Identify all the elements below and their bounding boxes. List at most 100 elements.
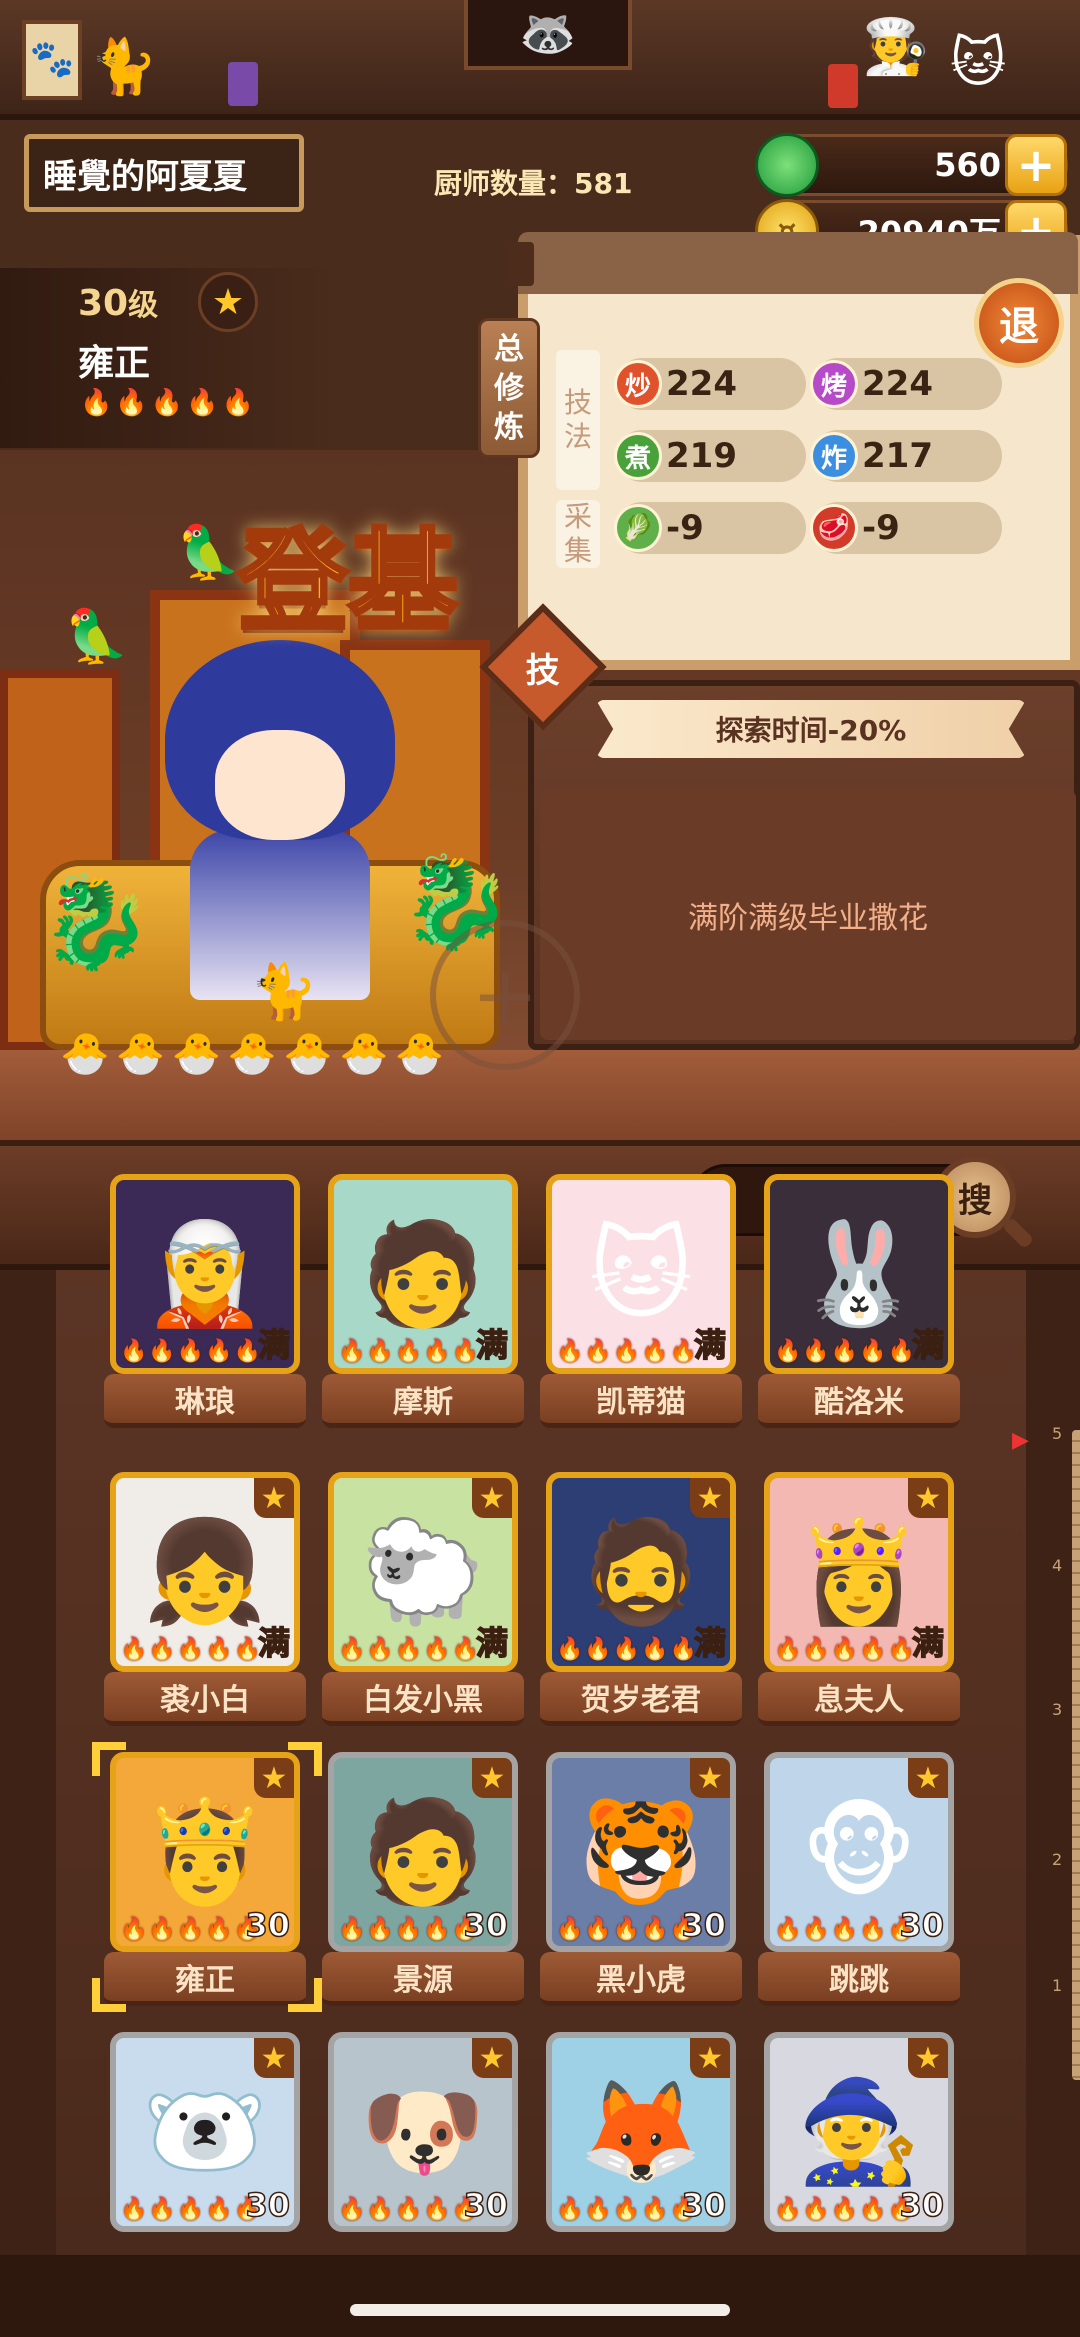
- chef-level-tag: 30: [463, 1905, 509, 1945]
- level-value: 30: [78, 283, 129, 324]
- scale-number: 5: [1052, 1424, 1063, 1443]
- total-train-char-1: 总: [494, 331, 524, 367]
- scale-number: 4: [1052, 1556, 1063, 1575]
- flame-rating: 🔥🔥🔥🔥🔥: [774, 1637, 916, 1662]
- exit-button[interactable]: 退: [974, 278, 1064, 368]
- chef-portrait: 🤴 ★ 🔥🔥🔥🔥🔥 30: [110, 1752, 300, 1952]
- total-training-tab[interactable]: 总 修 炼: [478, 318, 540, 458]
- chef-level-tag: 满: [911, 1325, 945, 1365]
- chef-level-tag: 满: [475, 1325, 509, 1365]
- chef-name: 息夫人: [758, 1672, 960, 1726]
- star-icon: ★: [690, 1758, 730, 1798]
- home-indicator[interactable]: [350, 2304, 730, 2316]
- character-level: 30级: [78, 280, 158, 324]
- roast-badge: 烤: [810, 360, 858, 408]
- chef-level-tag: 30: [899, 1905, 945, 1945]
- selection-corner: [288, 1978, 322, 2012]
- flame-rating: 🔥🔥🔥🔥🔥: [774, 1339, 916, 1364]
- chef-portrait: 🐶 ★ 🔥🔥🔥🔥🔥 30: [328, 2032, 518, 2232]
- cat-figure-icon: 🐱: [950, 31, 1007, 94]
- player-name[interactable]: 睡覺的阿夏夏: [24, 134, 304, 212]
- chef-name: 贺岁老君: [540, 1672, 742, 1726]
- stat-boil: 煮 219: [614, 430, 806, 482]
- chef-portrait: 🦊 ★ 🔥🔥🔥🔥🔥 30: [546, 2032, 736, 2232]
- meat-icon: 🥩: [810, 504, 858, 552]
- meat-value: -9: [862, 508, 900, 548]
- chef-name: 黑小虎: [540, 1952, 742, 2006]
- chef-card[interactable]: 🧔 ★ 🔥🔥🔥🔥🔥 满贺岁老君: [540, 1472, 742, 1726]
- chef-count-label: 厨师数量：: [434, 167, 575, 200]
- add-jade-button[interactable]: +: [1005, 134, 1067, 196]
- star-icon: ★: [472, 1478, 512, 1518]
- flame-rating: 🔥🔥🔥🔥🔥: [120, 1637, 262, 1662]
- chef-level-tag: 满: [475, 1623, 509, 1663]
- flame-rating: 🔥🔥🔥🔥🔥: [120, 1917, 262, 1942]
- chef-portrait: 🐑 ★ 🔥🔥🔥🔥🔥 满: [328, 1472, 518, 1672]
- gather-section-label: 采 集: [556, 500, 600, 568]
- skill-section-char-1: 技: [563, 386, 592, 420]
- chef-card[interactable]: 🐶 ★ 🔥🔥🔥🔥🔥 30: [322, 2032, 522, 2232]
- chef-figure-icon: 🧑‍🍳: [862, 15, 930, 78]
- scale-number: 3: [1052, 1700, 1063, 1719]
- favorite-star-button[interactable]: ★: [198, 272, 258, 332]
- boil-badge: 煮: [614, 432, 662, 480]
- chef-card[interactable]: 🐯 ★ 🔥🔥🔥🔥🔥 30 黑小虎: [540, 1752, 742, 2006]
- chef-level-tag: 满: [693, 1623, 727, 1663]
- chef-count: 厨师数量：581: [434, 162, 632, 202]
- cat-decoration-icon: 🐈: [90, 35, 158, 98]
- chick-row-icon: 🐣🐣🐣🐣🐣🐣🐣: [60, 1031, 451, 1077]
- chef-card[interactable]: 🐱 🔥🔥🔥🔥🔥 满凯蒂猫: [540, 1174, 742, 1428]
- raccoon-banner-icon[interactable]: 🦝: [464, 0, 632, 70]
- chef-card[interactable]: 👸 ★ 🔥🔥🔥🔥🔥 满息夫人: [758, 1472, 960, 1726]
- scale-marker-icon: ▶: [1012, 1428, 1029, 1453]
- chef-card[interactable]: 🧑 ★ 🔥🔥🔥🔥🔥 30 景源: [322, 1752, 524, 2006]
- star-icon: ★: [254, 2038, 294, 2078]
- character-title: 登基: [236, 515, 460, 648]
- chef-level-tag: 30: [245, 2185, 291, 2225]
- chef-portrait: 🧑 ★ 🔥🔥🔥🔥🔥 30: [328, 1752, 518, 1952]
- jade-icon: [755, 133, 819, 197]
- chef-card[interactable]: 👧 ★ 🔥🔥🔥🔥🔥 满裘小白: [104, 1472, 306, 1726]
- home-bar: [0, 2255, 1080, 2337]
- chef-portrait: 🐱 🔥🔥🔥🔥🔥 满: [546, 1174, 736, 1374]
- chef-portrait: 🐻‍❄️ ★ 🔥🔥🔥🔥🔥 30: [110, 2032, 300, 2232]
- hero-face: [215, 730, 345, 840]
- boil-value: 219: [666, 436, 737, 476]
- scroll-scale[interactable]: [1072, 1430, 1080, 2080]
- jade-amount: 560: [934, 146, 1001, 184]
- character-flames: 🔥🔥🔥🔥🔥: [80, 388, 257, 418]
- flame-rating: 🔥🔥🔥🔥🔥: [556, 1637, 698, 1662]
- chef-portrait: 👧 ★ 🔥🔥🔥🔥🔥 满: [110, 1472, 300, 1672]
- chef-card[interactable]: 🐰 🔥🔥🔥🔥🔥 满酷洛米: [758, 1174, 960, 1428]
- total-train-char-2: 修: [494, 370, 524, 406]
- skill-section-char-2: 法: [563, 420, 592, 453]
- chef-level-tag: 30: [899, 2185, 945, 2225]
- add-overlay-icon[interactable]: +: [430, 920, 580, 1070]
- flame-rating: 🔥🔥🔥🔥🔥: [556, 2197, 698, 2222]
- chef-card[interactable]: 🧝 🔥🔥🔥🔥🔥 满琳琅: [104, 1174, 306, 1428]
- chef-card[interactable]: 🧑 🔥🔥🔥🔥🔥 满摩斯: [322, 1174, 524, 1428]
- lantern-decoration: [828, 64, 858, 108]
- chef-portrait: 🐵 ★ 🔥🔥🔥🔥🔥 30: [764, 1752, 954, 1952]
- chef-portrait: 🐰 🔥🔥🔥🔥🔥 满: [764, 1174, 954, 1374]
- stir-fry-badge: 炒: [614, 360, 662, 408]
- chef-level-tag: 30: [463, 2185, 509, 2225]
- deep-fry-badge: 炸: [810, 432, 858, 480]
- chef-name: 凯蒂猫: [540, 1374, 742, 1428]
- flame-rating: 🔥🔥🔥🔥🔥: [556, 1917, 698, 1942]
- selection-corner: [288, 1742, 322, 1776]
- chef-card[interactable]: 🧙 ★ 🔥🔥🔥🔥🔥 30: [758, 2032, 958, 2232]
- chef-card[interactable]: 🐑 ★ 🔥🔥🔥🔥🔥 满白发小黑: [322, 1472, 524, 1726]
- chef-card[interactable]: 🤴 ★ 🔥🔥🔥🔥🔥 30 雍正: [92, 1742, 322, 2012]
- chef-card[interactable]: 🐵 ★ 🔥🔥🔥🔥🔥 30 跳跳: [758, 1752, 960, 2006]
- flame-rating: 🔥🔥🔥🔥🔥: [556, 1339, 698, 1364]
- chef-card[interactable]: 🦊 ★ 🔥🔥🔥🔥🔥 30: [540, 2032, 740, 2232]
- paw-frame-icon[interactable]: 🐾: [22, 20, 82, 100]
- chef-level-tag: 满: [257, 1623, 291, 1663]
- chef-card[interactable]: 🐻‍❄️ ★ 🔥🔥🔥🔥🔥 30: [104, 2032, 304, 2232]
- star-icon: ★: [472, 1758, 512, 1798]
- total-train-char-3: 炼: [494, 409, 524, 445]
- chef-level-tag: 满: [257, 1325, 291, 1365]
- chef-level-tag: 满: [911, 1623, 945, 1663]
- chef-name: 景源: [322, 1952, 524, 2006]
